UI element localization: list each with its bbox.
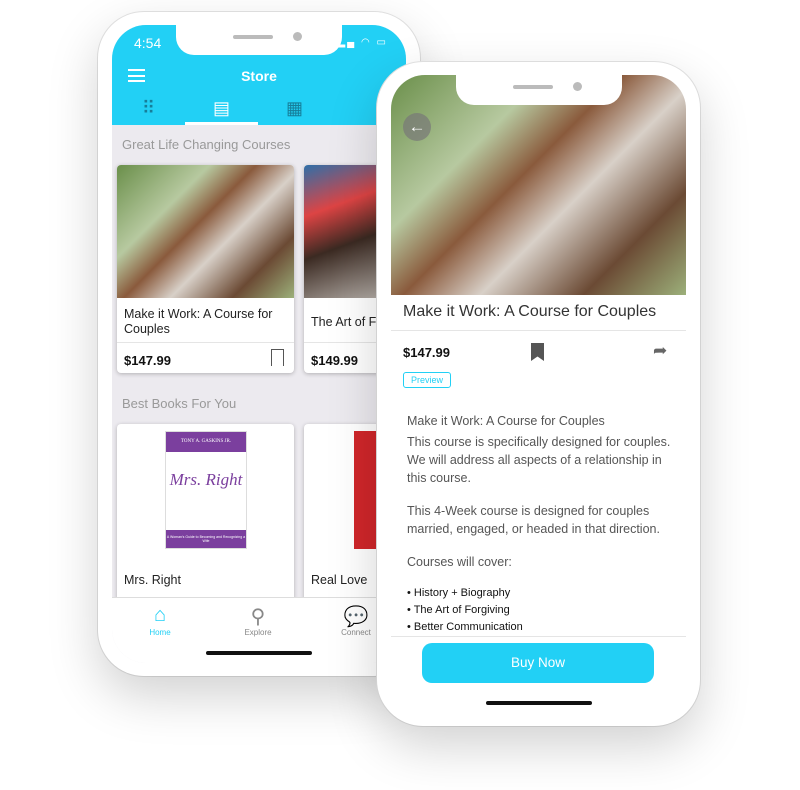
course-title: The Art of F xyxy=(311,315,377,329)
calendar-icon[interactable]: ▦ xyxy=(258,98,331,125)
course-price: $147.99 xyxy=(124,353,171,368)
grid-icon[interactable]: ⠿ xyxy=(112,98,185,125)
category-tabs: ⠿ ▤ ▦ ▮ xyxy=(112,98,406,125)
detail-screen: ← Make it Work: A Course for Couples $14… xyxy=(391,75,686,713)
notch xyxy=(455,75,622,105)
section-title: Best Books For You xyxy=(122,396,237,411)
course-title: Make it Work: A Course for Couples xyxy=(124,307,273,336)
home-icon: ⌂ xyxy=(153,604,167,626)
store-phone: 4:54 ▂▄ ◠ ▭ Store ⠿ ▤ ▦ ▮ Great Life Cha… xyxy=(98,12,420,676)
tab-home[interactable]: ⌂ Home xyxy=(120,604,200,637)
description-paragraph: This 4-Week course is designed for coupl… xyxy=(407,504,660,536)
page-title: Store xyxy=(241,68,277,84)
course-title: Make it Work: A Course for Couples xyxy=(403,303,657,320)
share-icon[interactable]: ➦ xyxy=(653,341,667,361)
course-hero-image xyxy=(391,75,686,295)
tab-explore[interactable]: ⚲ Explore xyxy=(218,604,298,637)
bullet-item: • The Art of Forgiving xyxy=(407,604,510,616)
bookmark-filled-icon[interactable] xyxy=(531,343,544,361)
description-paragraph: Courses will cover: xyxy=(407,555,512,569)
back-arrow-icon[interactable]: ← xyxy=(403,113,431,141)
course-price: $149.99 xyxy=(311,353,358,368)
status-time: 4:54 xyxy=(134,35,162,51)
book-title: Real Love xyxy=(311,573,368,587)
section-title: Great Life Changing Courses xyxy=(122,137,291,152)
bullet-item: • History + Biography xyxy=(407,587,511,599)
detail-phone: ← Make it Work: A Course for Couples $14… xyxy=(377,62,700,726)
status-icons: ▂▄ ◠ ▭ xyxy=(337,37,388,48)
book-card[interactable]: TONY A. GASKINS JR. Mrs. Right A Woman's… xyxy=(117,424,294,624)
book-title: Mrs. Right xyxy=(124,573,181,587)
buy-now-button[interactable]: Buy Now xyxy=(422,643,654,683)
description-heading: Make it Work: A Course for Couples xyxy=(407,414,605,428)
home-indicator xyxy=(485,701,592,705)
course-price: $147.99 xyxy=(403,345,450,360)
notch xyxy=(176,25,342,55)
preview-button[interactable]: Preview xyxy=(403,372,452,388)
bullet-item: • Better Communication xyxy=(407,621,523,633)
course-image xyxy=(117,165,294,298)
bookmark-icon[interactable] xyxy=(271,349,284,366)
course-card[interactable]: Make it Work: A Course for Couples $147.… xyxy=(117,165,294,373)
description-paragraph: This course is specifically designed for… xyxy=(407,435,671,485)
notebook-icon[interactable]: ▤ xyxy=(185,98,258,125)
home-indicator xyxy=(206,651,312,655)
store-screen: 4:54 ▂▄ ◠ ▭ Store ⠿ ▤ ▦ ▮ Great Life Cha… xyxy=(112,25,406,663)
book-cover: TONY A. GASKINS JR. Mrs. Right A Woman's… xyxy=(165,431,247,549)
search-icon: ⚲ xyxy=(250,606,266,628)
